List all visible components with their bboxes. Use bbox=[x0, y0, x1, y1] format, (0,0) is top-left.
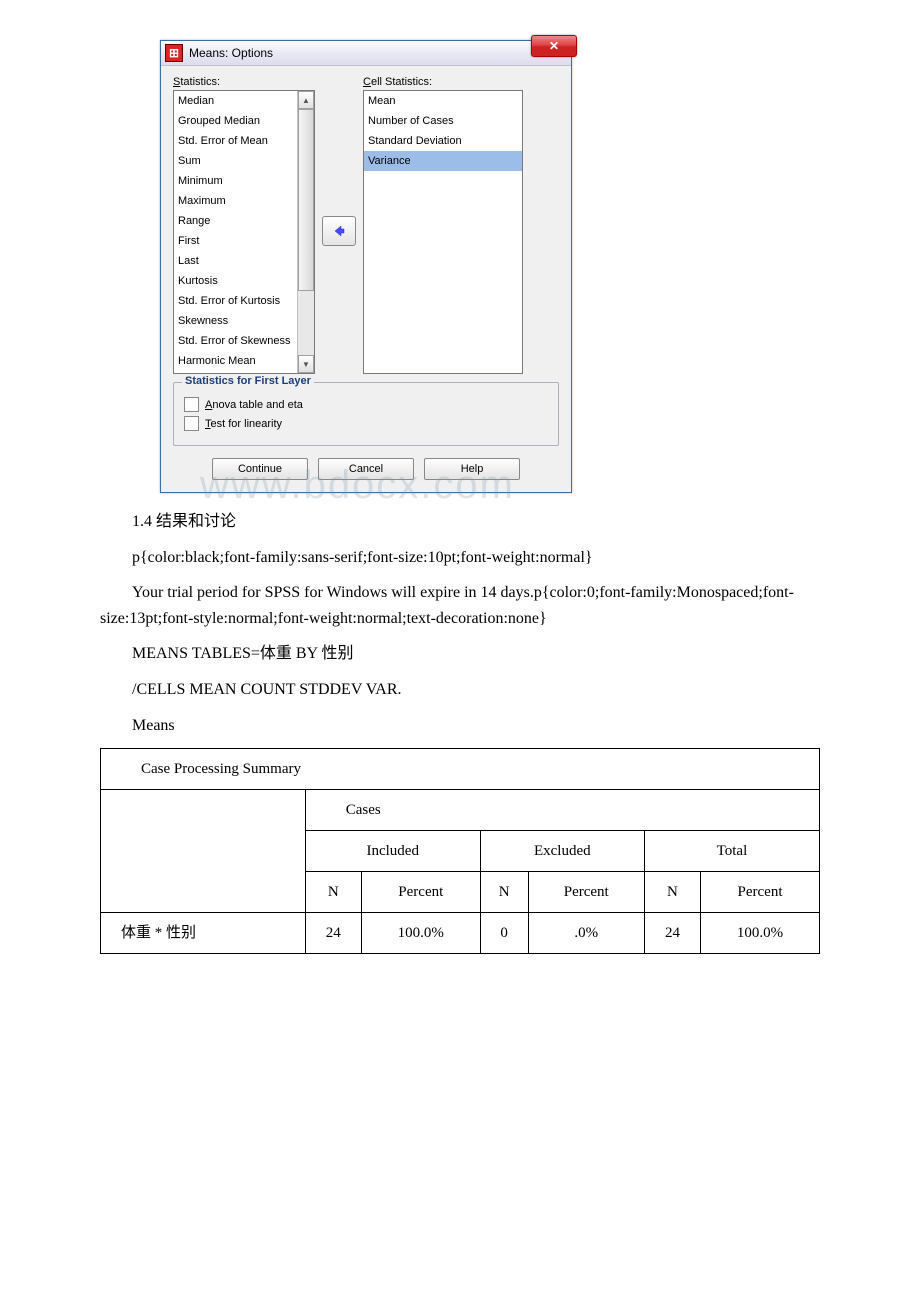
table-cell: Included bbox=[305, 831, 480, 872]
help-button[interactable]: Help bbox=[424, 458, 520, 480]
statistics-items: Median Grouped Median Std. Error of Mean… bbox=[174, 91, 297, 373]
scroll-track[interactable] bbox=[298, 109, 314, 355]
table-cell: Percent bbox=[361, 872, 480, 913]
table-row-label: 体重 * 性别 bbox=[101, 913, 306, 954]
cell-item[interactable]: Mean bbox=[364, 91, 522, 111]
statistics-label: Statistics: bbox=[173, 76, 315, 88]
dialog-body: Statistics: Median Grouped Median Std. E… bbox=[161, 66, 571, 492]
table-cell: Cases bbox=[305, 790, 819, 831]
stat-item[interactable]: Harmonic Mean bbox=[174, 351, 297, 371]
anova-checkbox[interactable] bbox=[184, 397, 199, 412]
cell-item[interactable]: Number of Cases bbox=[364, 111, 522, 131]
stat-item[interactable]: Maximum bbox=[174, 191, 297, 211]
dialog-titlebar: ⊞ Means: Options ✕ bbox=[161, 41, 571, 66]
stat-item[interactable]: Minimum bbox=[174, 171, 297, 191]
stat-item[interactable]: Grouped Median bbox=[174, 111, 297, 131]
stat-item[interactable]: Std. Error of Skewness bbox=[174, 331, 297, 351]
close-button[interactable]: ✕ bbox=[531, 35, 577, 57]
table-cell: 24 bbox=[305, 913, 361, 954]
continue-button[interactable]: Continue bbox=[212, 458, 308, 480]
paragraph: /CELLS MEAN COUNT STDDEV VAR. bbox=[100, 677, 820, 703]
stat-item[interactable]: First bbox=[174, 231, 297, 251]
stat-item[interactable]: Sum bbox=[174, 151, 297, 171]
stat-item[interactable]: Kurtosis bbox=[174, 271, 297, 291]
linearity-label: Test for linearity bbox=[205, 418, 282, 430]
table-cell: N bbox=[305, 872, 361, 913]
paragraph: Means bbox=[100, 713, 820, 739]
means-options-dialog: ⊞ Means: Options ✕ Statistics: Median Gr… bbox=[160, 40, 572, 493]
stat-item[interactable]: Median bbox=[174, 91, 297, 111]
stat-item[interactable]: Geometric Mean bbox=[174, 371, 297, 373]
table-cell: N bbox=[480, 872, 528, 913]
paragraph: MEANS TABLES=体重 BY 性别 bbox=[100, 641, 820, 667]
scrollbar[interactable]: ▲ ▼ bbox=[297, 91, 314, 373]
document-body: 1.4 结果和讨论 p{color:black;font-family:sans… bbox=[100, 509, 820, 954]
table-cell: 100.0% bbox=[701, 913, 820, 954]
cell-statistics-label: Cell Statistics: bbox=[363, 76, 523, 88]
table-cell: .0% bbox=[528, 913, 644, 954]
case-processing-summary-table: Case Processing Summary Cases Included E… bbox=[100, 748, 820, 954]
scroll-thumb[interactable] bbox=[298, 109, 314, 291]
table-title: Case Processing Summary bbox=[101, 749, 820, 790]
section-heading: 1.4 结果和讨论 bbox=[100, 509, 820, 535]
groupbox-title: Statistics for First Layer bbox=[182, 375, 314, 387]
table-cell bbox=[101, 790, 306, 913]
cell-item[interactable]: Variance bbox=[364, 151, 522, 171]
dialog-title: Means: Options bbox=[189, 46, 273, 60]
arrow-left-icon bbox=[332, 224, 346, 238]
table-cell: 0 bbox=[480, 913, 528, 954]
cell-statistics-listbox[interactable]: Mean Number of Cases Standard Deviation … bbox=[363, 90, 523, 374]
statistics-listbox[interactable]: Median Grouped Median Std. Error of Mean… bbox=[173, 90, 315, 374]
table-cell: Percent bbox=[528, 872, 644, 913]
move-left-button[interactable] bbox=[322, 216, 356, 246]
paragraph: Your trial period for SPSS for Windows w… bbox=[100, 580, 820, 631]
scroll-up-icon[interactable]: ▲ bbox=[298, 91, 314, 109]
stat-item[interactable]: Range bbox=[174, 211, 297, 231]
scroll-down-icon[interactable]: ▼ bbox=[298, 355, 314, 373]
table-cell: Total bbox=[644, 831, 819, 872]
stat-item[interactable]: Skewness bbox=[174, 311, 297, 331]
cell-item[interactable]: Standard Deviation bbox=[364, 131, 522, 151]
cancel-button[interactable]: Cancel bbox=[318, 458, 414, 480]
app-icon: ⊞ bbox=[165, 44, 183, 62]
table-cell: 100.0% bbox=[361, 913, 480, 954]
stat-item[interactable]: Last bbox=[174, 251, 297, 271]
paragraph: p{color:black;font-family:sans-serif;fon… bbox=[100, 545, 820, 571]
linearity-checkbox[interactable] bbox=[184, 416, 199, 431]
table-cell: Excluded bbox=[480, 831, 644, 872]
table-cell: Percent bbox=[701, 872, 820, 913]
stat-item[interactable]: Std. Error of Mean bbox=[174, 131, 297, 151]
first-layer-groupbox: Statistics for First Layer Anova table a… bbox=[173, 382, 559, 446]
table-cell: N bbox=[644, 872, 700, 913]
anova-label: Anova table and eta bbox=[205, 399, 303, 411]
stat-item[interactable]: Std. Error of Kurtosis bbox=[174, 291, 297, 311]
table-cell: 24 bbox=[644, 913, 700, 954]
